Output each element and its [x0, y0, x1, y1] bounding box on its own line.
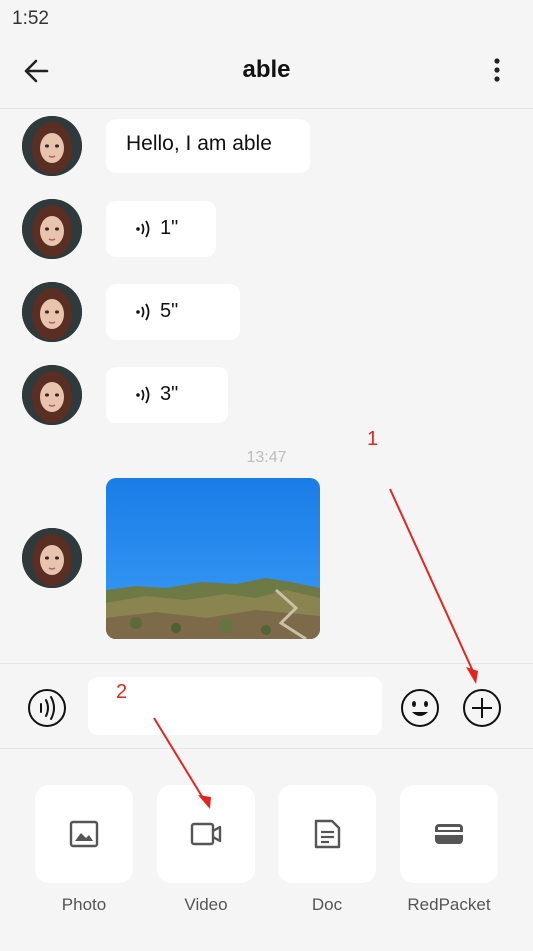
emoji-button[interactable]: [400, 688, 440, 728]
plus-circle-icon: [463, 689, 501, 727]
message-bubble[interactable]: Hello, I am able: [106, 119, 310, 173]
more-vertical-icon: [494, 58, 500, 82]
tool-red-packet[interactable]: RedPacket: [400, 785, 498, 914]
voice-input-button[interactable]: [27, 688, 67, 728]
voice-wave-icon: [136, 220, 150, 237]
message-input[interactable]: [88, 677, 382, 735]
doc-icon: [314, 819, 341, 849]
tool-doc-button[interactable]: [278, 785, 376, 883]
photo-icon: [69, 820, 99, 848]
annotation-number-2: 2: [116, 681, 128, 703]
avatar[interactable]: [22, 116, 82, 176]
message-text: Hello, I am able: [126, 132, 272, 155]
more-options-button[interactable]: [480, 54, 514, 88]
smiley-icon: [401, 689, 439, 727]
chat-header: able: [0, 36, 533, 109]
voice-duration: 1": [160, 217, 179, 239]
annotation-arrow-1: [389, 488, 477, 679]
tool-photo-button[interactable]: [35, 785, 133, 883]
red-packet-icon: [435, 824, 463, 844]
video-icon: [190, 822, 222, 846]
more-actions-button[interactable]: [462, 688, 502, 728]
avatar-portrait-icon: [22, 116, 82, 176]
voice-duration: 3": [160, 383, 179, 405]
avatar-portrait-icon: [22, 365, 82, 425]
tool-label: Doc: [311, 895, 343, 914]
annotation-number-1: 1: [367, 428, 379, 450]
avatar-portrait-icon: [22, 199, 82, 259]
status-time: 1:52: [12, 8, 49, 29]
landscape-photo: [106, 478, 320, 639]
tool-label: RedPacket: [407, 895, 491, 914]
avatar[interactable]: [22, 365, 82, 425]
avatar[interactable]: [22, 199, 82, 259]
voice-icon: [28, 689, 66, 727]
avatar[interactable]: [22, 282, 82, 342]
image-message[interactable]: [106, 478, 320, 639]
tool-red-packet-button[interactable]: [400, 785, 498, 883]
voice-message-bubble[interactable]: 1": [106, 201, 216, 257]
voice-message-bubble[interactable]: 5": [106, 284, 240, 340]
voice-duration: 5": [160, 300, 179, 322]
tool-video[interactable]: Video: [157, 785, 255, 914]
avatar-portrait-icon: [22, 528, 82, 588]
voice-message-bubble[interactable]: 3": [106, 367, 228, 423]
avatar[interactable]: [22, 528, 82, 588]
tool-video-button[interactable]: [157, 785, 255, 883]
tool-photo[interactable]: Photo: [35, 785, 133, 914]
tool-label: Photo: [61, 895, 107, 914]
tool-label: Video: [184, 895, 228, 914]
composer-bar: [0, 663, 533, 749]
attachment-panel: Photo Video Doc RedPacket: [0, 748, 533, 951]
voice-wave-icon: [136, 303, 150, 320]
message-timestamp: 13:47: [246, 449, 287, 466]
status-bar: 1:52: [0, 0, 533, 36]
avatar-portrait-icon: [22, 282, 82, 342]
voice-wave-icon: [136, 386, 150, 403]
chat-title: able: [242, 56, 291, 83]
tool-doc[interactable]: Doc: [278, 785, 376, 914]
